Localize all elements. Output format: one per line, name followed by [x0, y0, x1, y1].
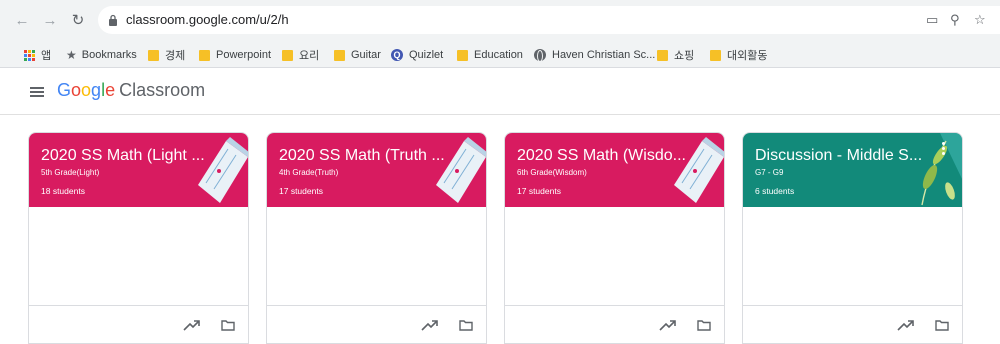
student-count: 18 students	[41, 186, 85, 196]
bookmarks-bar: 앱 ★ Bookmarks 경제 Powerpoint 요리 Guitar Q …	[0, 40, 1000, 68]
folder-icon	[282, 49, 293, 61]
apps-icon	[24, 49, 35, 61]
folder-icon	[710, 49, 721, 61]
bookmark-label: 요리	[299, 50, 320, 62]
bookmark-label: 대외활동	[727, 50, 768, 62]
card-footer	[505, 305, 724, 343]
math-illustration	[674, 137, 724, 203]
folder-icon	[148, 49, 159, 61]
google-classroom-logo[interactable]: Google Classroom	[57, 80, 205, 101]
back-arrow-icon[interactable]: ←	[14, 13, 30, 29]
card-banner[interactable]: Discussion - Middle S... G7 - G9 6 stude…	[743, 133, 962, 207]
bookmark-label: 쇼핑	[674, 50, 695, 62]
trending-icon[interactable]	[183, 318, 201, 332]
bookmark-label: Quizlet	[409, 49, 444, 61]
bookmark-haven-christian[interactable]: Haven Christian Sc...	[534, 47, 655, 63]
trending-icon[interactable]	[659, 318, 677, 332]
class-card[interactable]: 2020 SS Math (Light ... 5th Grade(Light)…	[28, 132, 249, 344]
folder-icon	[457, 49, 468, 61]
class-card[interactable]: Discussion - Middle S... G7 - G9 6 stude…	[742, 132, 963, 344]
card-footer	[267, 305, 486, 343]
forward-arrow-icon[interactable]: →	[42, 13, 58, 29]
classroom-header: Google Classroom	[0, 69, 1000, 115]
product-name: Classroom	[119, 80, 206, 100]
card-footer	[29, 305, 248, 343]
bookmark-label: 앱	[41, 50, 52, 62]
card-banner[interactable]: 2020 SS Math (Truth ... 4th Grade(Truth)…	[267, 133, 486, 207]
more-options-icon[interactable]	[942, 142, 946, 156]
bookmark-label: Guitar	[351, 49, 381, 61]
card-banner[interactable]: 2020 SS Math (Light ... 5th Grade(Light)…	[29, 133, 248, 207]
bookmark-label: Powerpoint	[216, 49, 272, 61]
leaves-illustration	[921, 133, 962, 206]
globe-icon	[534, 49, 546, 62]
bookmark-label: Education	[474, 49, 523, 61]
url-text: classroom.google.com/u/2/h	[126, 12, 289, 27]
folder-icon	[334, 49, 345, 61]
star-icon: ★	[66, 48, 77, 62]
bookmark-apps[interactable]: 앱	[24, 47, 51, 63]
class-card[interactable]: 2020 SS Math (Wisdo... 6th Grade(Wisdom)…	[504, 132, 725, 344]
main-menu-icon[interactable]	[30, 87, 44, 97]
student-count: 17 students	[279, 186, 323, 196]
bookmark-folder-powerpoint[interactable]: Powerpoint	[199, 47, 271, 63]
class-title[interactable]: 2020 SS Math (Wisdo...	[517, 147, 686, 165]
bookmark-star-icon[interactable]: ☆	[974, 12, 986, 28]
trending-icon[interactable]	[421, 318, 439, 332]
folder-icon[interactable]	[459, 320, 473, 331]
cast-icon[interactable]: ▭	[926, 12, 938, 28]
zoom-icon[interactable]: ⚲	[950, 12, 960, 28]
class-title[interactable]: Discussion - Middle S...	[755, 147, 922, 165]
quizlet-icon: Q	[391, 49, 403, 61]
bookmark-folder-activities[interactable]: 대외활동	[710, 47, 767, 63]
bookmark-folder-education[interactable]: Education	[457, 47, 523, 63]
class-section: G7 - G9	[755, 168, 784, 177]
bookmark-folder-shopping[interactable]: 쇼핑	[657, 47, 694, 63]
class-title[interactable]: 2020 SS Math (Truth ...	[279, 147, 445, 165]
class-section: 5th Grade(Light)	[41, 168, 100, 177]
trending-icon[interactable]	[897, 318, 915, 332]
bookmark-quizlet[interactable]: Q Quizlet	[391, 47, 443, 63]
student-count: 6 students	[755, 186, 795, 196]
bookmark-label: 경제	[165, 50, 186, 62]
browser-toolbar: ← → ↻ classroom.google.com/u/2/h ▭ ⚲ ☆	[0, 0, 1000, 40]
card-footer	[743, 305, 962, 343]
bookmark-label: Bookmarks	[81, 49, 137, 61]
folder-icon[interactable]	[697, 320, 711, 331]
bookmark-folder-economy[interactable]: 경제	[148, 47, 185, 63]
class-section: 6th Grade(Wisdom)	[517, 168, 587, 177]
folder-icon	[199, 49, 210, 61]
card-banner[interactable]: 2020 SS Math (Wisdo... 6th Grade(Wisdom)…	[505, 133, 724, 207]
class-section: 4th Grade(Truth)	[279, 168, 339, 177]
student-count: 17 students	[517, 186, 561, 196]
folder-icon	[657, 49, 668, 61]
address-bar[interactable]: classroom.google.com/u/2/h ▭ ⚲ ☆	[98, 6, 1000, 34]
math-illustration	[436, 137, 486, 203]
folder-icon[interactable]	[221, 320, 235, 331]
folder-icon[interactable]	[935, 320, 949, 331]
bookmark-folder-cooking[interactable]: 요리	[282, 47, 319, 63]
reload-icon[interactable]: ↻	[70, 13, 86, 29]
bookmark-bookmarks[interactable]: ★ Bookmarks	[66, 47, 137, 63]
class-card[interactable]: 2020 SS Math (Truth ... 4th Grade(Truth)…	[266, 132, 487, 344]
class-title[interactable]: 2020 SS Math (Light ...	[41, 147, 205, 165]
lock-icon	[109, 14, 117, 26]
bookmark-folder-guitar[interactable]: Guitar	[334, 47, 381, 63]
math-illustration	[198, 137, 248, 203]
bookmark-label: Haven Christian Sc...	[552, 49, 656, 61]
